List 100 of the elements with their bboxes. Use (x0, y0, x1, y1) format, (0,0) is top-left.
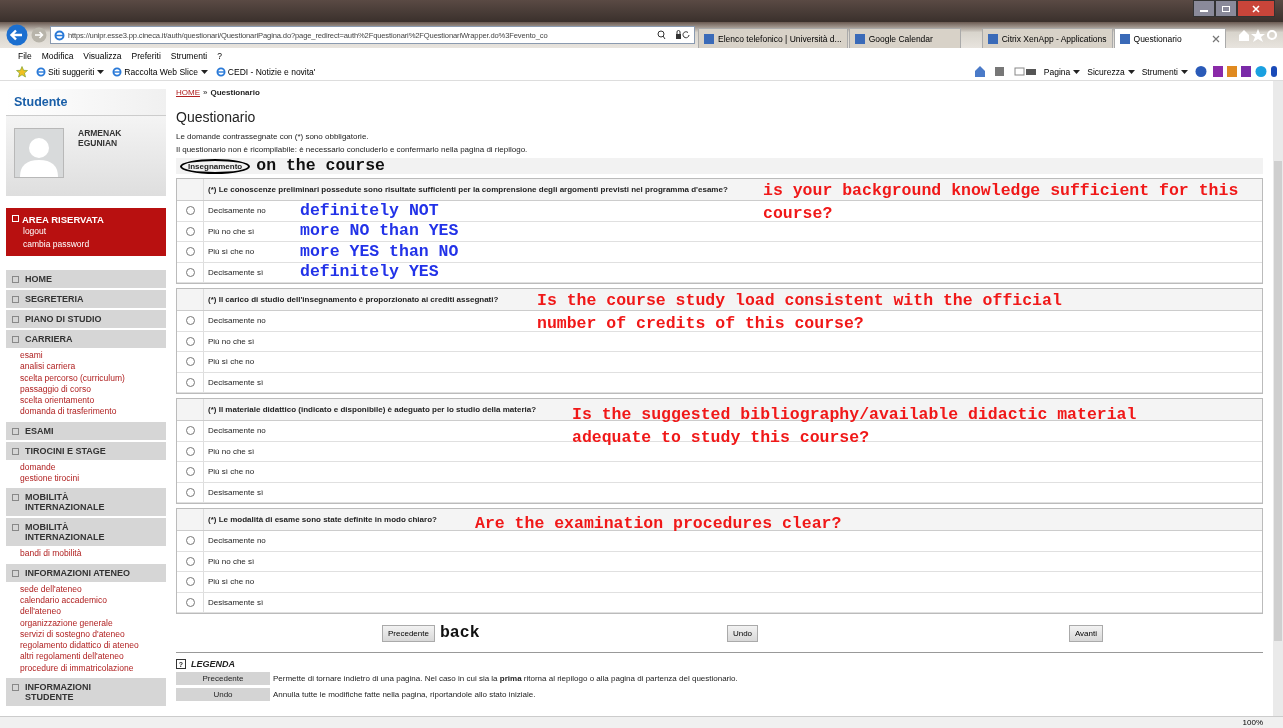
caret-icon[interactable] (1181, 69, 1188, 74)
sidebar-section[interactable]: MOBILITÀ INTERNAZIONALE (6, 516, 166, 547)
sidebar-link[interactable]: domanda di trasferimento (20, 406, 150, 418)
radio-button[interactable] (185, 467, 195, 477)
menu-item[interactable]: Preferiti (131, 50, 161, 61)
option-label: Più no che sì (208, 226, 256, 236)
back-button[interactable] (6, 24, 28, 46)
home-favorites-settings-icon[interactable] (1237, 28, 1277, 42)
expand-icon (12, 276, 19, 283)
sidebar-section[interactable]: HOME (6, 268, 166, 288)
favorites-link[interactable]: Raccolta Web Slice (112, 66, 198, 77)
minimize-button[interactable] (1193, 0, 1215, 17)
radio-button[interactable] (185, 556, 195, 566)
caret-icon[interactable] (97, 69, 105, 74)
sidebar-link[interactable]: altri regolamenti dell'ateneo (20, 651, 150, 663)
sidebar-link[interactable]: scelta orientamento (20, 395, 150, 407)
menu-item[interactable]: Visualizza (83, 50, 122, 61)
form-button[interactable]: Undo (726, 624, 759, 642)
form-button[interactable]: Avanti (1068, 624, 1103, 642)
sidebar-link[interactable]: domande (20, 461, 150, 474)
form-button[interactable]: Precedente (382, 624, 435, 642)
radio-button[interactable] (185, 536, 195, 546)
radio-button[interactable] (185, 247, 195, 257)
radio-button[interactable] (185, 377, 195, 387)
option-label: Più sì che no (208, 357, 256, 367)
annotation-text: is your background knowledge sufficient for this course? (763, 180, 1240, 225)
sidebar-section[interactable]: ESAMI (6, 419, 166, 440)
menu-item[interactable]: File (18, 50, 32, 61)
radio-button[interactable] (185, 336, 195, 346)
command-menu[interactable]: Sicurezza (1087, 66, 1125, 77)
menu-item[interactable]: ? (217, 50, 222, 61)
radio-button[interactable] (185, 597, 195, 607)
radio-button[interactable] (185, 487, 195, 497)
radio-button[interactable] (185, 577, 195, 587)
annotation-text: definitely NOT (300, 202, 439, 219)
caret-icon[interactable] (200, 69, 208, 74)
sidebar-section[interactable]: PIANO DI STUDIO (6, 308, 166, 328)
radio-button[interactable] (185, 316, 195, 326)
sidebar-link[interactable]: bandi di mobilità (20, 548, 150, 560)
sidebar-link[interactable]: servizi di sostegno d'ateneo (20, 628, 150, 641)
reserved-area-link[interactable]: logout (12, 225, 160, 238)
radio-button[interactable] (185, 357, 195, 367)
caret-icon[interactable] (1073, 69, 1081, 74)
maximize-button[interactable] (1215, 0, 1237, 17)
expand-icon (12, 296, 19, 303)
browser-tab[interactable]: Google Calendar (848, 28, 961, 48)
sidebar-link[interactable]: regolamento didattico di ateneo (20, 640, 150, 652)
sidebar-link[interactable]: esami (20, 350, 150, 362)
section-label: Insegnamento (180, 158, 251, 174)
expand-icon (12, 447, 19, 455)
sidebar-section[interactable]: SEGRETERIA (6, 288, 166, 308)
sidebar-section[interactable]: MOBILITÀ INTERNAZIONALE (6, 486, 166, 517)
sidebar-section[interactable]: INFORMAZIONI ATENEO (6, 561, 166, 582)
forward-button[interactable] (31, 27, 47, 43)
sidebar-link[interactable]: scelta percorso (curriculum) (20, 372, 150, 384)
reserved-area-link[interactable]: cambia password (12, 237, 160, 250)
legend-button-label: Undo (176, 688, 270, 701)
close-button[interactable] (1237, 0, 1275, 17)
browser-page-icon (112, 66, 123, 77)
toolbar-addon-icons[interactable] (1195, 65, 1277, 78)
favorites-star-icon[interactable] (16, 65, 28, 78)
zoom-level[interactable]: 100% (1242, 718, 1263, 727)
command-menu[interactable]: Strumenti (1141, 66, 1178, 77)
sidebar-link[interactable]: analisi carriera (20, 361, 150, 373)
sidebar-link[interactable]: passaggio di corso (20, 383, 150, 396)
close-tab-icon[interactable] (1211, 34, 1220, 43)
sidebar-link[interactable]: gestione tirocini (20, 473, 150, 485)
radio-button[interactable] (185, 267, 195, 277)
instruction-text: Il questionario non è ricompilabile: è necessario concluderlo e confermarlo nella pagina di riepilogo. (176, 144, 529, 156)
option-label: Decisamente no (208, 536, 267, 546)
sidebar-link[interactable]: sede dell'ateneo (20, 583, 150, 595)
favorites-link[interactable]: CEDI - Notizie e novita' (215, 66, 316, 77)
menu-item[interactable]: Modifica (41, 50, 74, 61)
sidebar-section[interactable]: INFORMAZIONI STUDENTE (6, 676, 166, 707)
radio-button[interactable] (185, 226, 195, 236)
radio-button[interactable] (185, 446, 195, 456)
breadcrumb-link[interactable]: HOME (176, 88, 200, 97)
option-label: Più sì che no (208, 247, 256, 257)
caret-icon[interactable] (1127, 69, 1135, 74)
menu-item[interactable]: Strumenti (170, 50, 208, 61)
radio-button[interactable] (185, 426, 195, 436)
sidebar-link[interactable]: organizzazione generale (20, 617, 150, 629)
command-menu[interactable]: Pagina (1043, 66, 1071, 77)
question-text: (*) Le modalità di esame sono state definite in modo chiaro? (208, 515, 437, 524)
option-label: Più no che sì (208, 446, 256, 456)
sidebar-section[interactable]: CARRIERA (6, 328, 166, 348)
command-bar-icons[interactable] (972, 65, 1037, 78)
option-label: Più no che sì (208, 556, 256, 566)
reserved-area-title[interactable]: AREA RISERVATA (12, 214, 160, 225)
expand-icon (12, 316, 19, 323)
browser-tab[interactable]: Citrix XenApp - Applications (981, 28, 1113, 48)
sidebar-section[interactable]: TIROCINI E STAGE (6, 439, 166, 460)
favorites-link[interactable]: Siti suggeriti (36, 66, 95, 77)
avatar-silhouette-icon (14, 128, 64, 178)
browser-tab[interactable]: Elenco telefonico | Università d... (698, 28, 848, 48)
expand-icon (12, 569, 19, 577)
radio-button[interactable] (185, 206, 195, 216)
sidebar-link[interactable]: procedure di immatricolazione (20, 662, 150, 675)
scrollbar[interactable] (1273, 81, 1283, 716)
browser-tab[interactable]: Questionario (1113, 28, 1226, 48)
